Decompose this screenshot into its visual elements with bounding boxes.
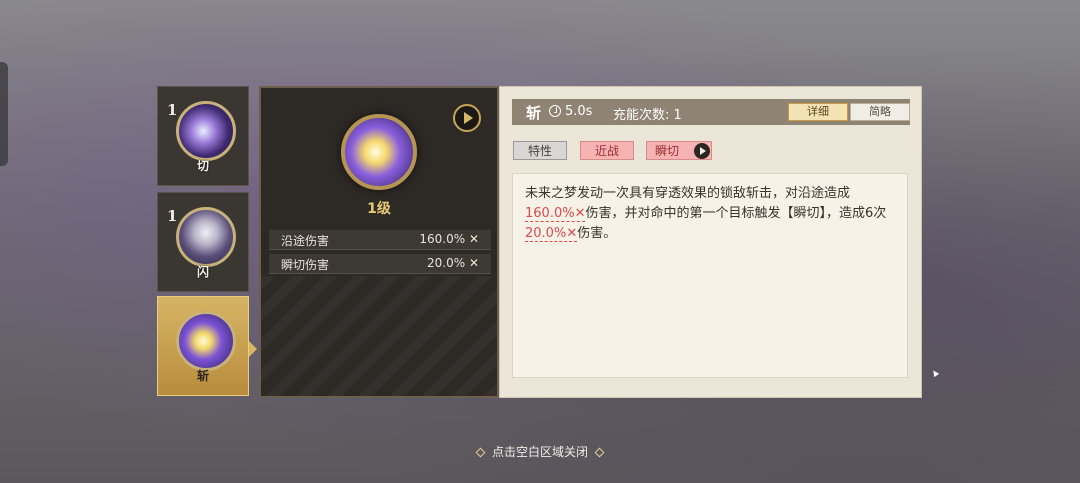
multiply-icon: ✕ bbox=[468, 256, 479, 270]
lightning-slash-icon bbox=[341, 114, 417, 190]
skill-level-label: 1级 bbox=[367, 201, 391, 217]
skill-detail-panel: 斩 5.0s 充能次数: 1 详细 简略 特性 近战 瞬切 未来之梦发动一次具有… bbox=[499, 86, 922, 398]
stat-row: 瞬切伤害 20.0% ✕ bbox=[269, 254, 491, 274]
tag-trait: 特性 bbox=[513, 141, 567, 160]
multiply-icon: ✕ bbox=[468, 232, 479, 246]
charges-label: 充能次数: 1 bbox=[613, 108, 682, 123]
multiply-icon: ✕ bbox=[566, 226, 578, 241]
detail-header: 斩 5.0s 充能次数: 1 详细 简略 bbox=[512, 99, 910, 125]
tag-melee: 近战 bbox=[580, 141, 634, 160]
skill-name: 闪 bbox=[196, 265, 209, 279]
stat-label: 瞬切伤害 bbox=[281, 258, 330, 272]
play-icon[interactable] bbox=[694, 143, 710, 159]
stat-value: 160.0% ✕ bbox=[419, 232, 479, 246]
slash-skill-icon bbox=[176, 101, 236, 161]
skill-title: 斩 bbox=[526, 104, 542, 122]
divider bbox=[163, 188, 245, 189]
stat-label: 沿途伤害 bbox=[281, 234, 330, 248]
cooldown-value: 5.0s bbox=[565, 104, 593, 119]
skill-name: 切 bbox=[196, 159, 209, 173]
stat-value: 20.0% ✕ bbox=[426, 256, 479, 270]
value-highlight: 20.0%✕ bbox=[525, 226, 578, 242]
desc-part: 伤害。 bbox=[577, 226, 617, 241]
skill-slot-2[interactable]: 1 闪 bbox=[157, 192, 249, 292]
detail-toggle-button[interactable]: 详细 bbox=[788, 103, 848, 121]
panel-decoration bbox=[261, 276, 497, 396]
close-hint-text: 点击空白区域关闭 bbox=[491, 445, 588, 459]
desc-part: 伤害，并对命中的第一个目标触发【瞬切】，造成6次 bbox=[585, 206, 887, 221]
clock-icon bbox=[549, 105, 561, 117]
pointer-icon bbox=[930, 368, 940, 378]
brief-toggle-button[interactable]: 简略 bbox=[850, 103, 910, 121]
skill-slot-1[interactable]: 1 切 bbox=[157, 86, 249, 186]
close-hint[interactable]: 点击空白区域关闭 bbox=[0, 443, 1080, 460]
lightning-slash-icon bbox=[176, 311, 236, 371]
character-portrait-icon bbox=[176, 207, 236, 267]
desc-part: 未来之梦发动一次具有穿透效果的锁敌斩击，对沿途造成 bbox=[525, 186, 851, 201]
play-preview-button[interactable] bbox=[453, 104, 481, 132]
stat-row: 沿途伤害 160.0% ✕ bbox=[269, 230, 491, 250]
skill-list: 1 切 1 闪 斩 bbox=[157, 86, 257, 398]
skill-slot-3[interactable]: 斩 bbox=[157, 296, 257, 396]
value-highlight: 160.0%✕ bbox=[525, 206, 586, 222]
diamond-icon bbox=[594, 447, 605, 458]
skill-description: 未来之梦发动一次具有穿透效果的锁敌斩击，对沿途造成 160.0%✕伤害，并对命中… bbox=[512, 173, 908, 378]
skill-level: 1 bbox=[167, 101, 178, 119]
selected-arrow-icon bbox=[249, 341, 257, 357]
skill-summary-panel: 1级 沿途伤害 160.0% ✕ 瞬切伤害 20.0% ✕ bbox=[259, 86, 499, 398]
diamond-icon bbox=[475, 447, 486, 458]
description-text: 未来之梦发动一次具有穿透效果的锁敌斩击，对沿途造成 160.0%✕伤害，并对命中… bbox=[525, 184, 895, 244]
skill-name: 斩 bbox=[196, 369, 209, 383]
multiply-icon: ✕ bbox=[574, 206, 586, 221]
side-edge-tab[interactable] bbox=[0, 62, 8, 166]
skill-level: 1 bbox=[167, 207, 178, 225]
